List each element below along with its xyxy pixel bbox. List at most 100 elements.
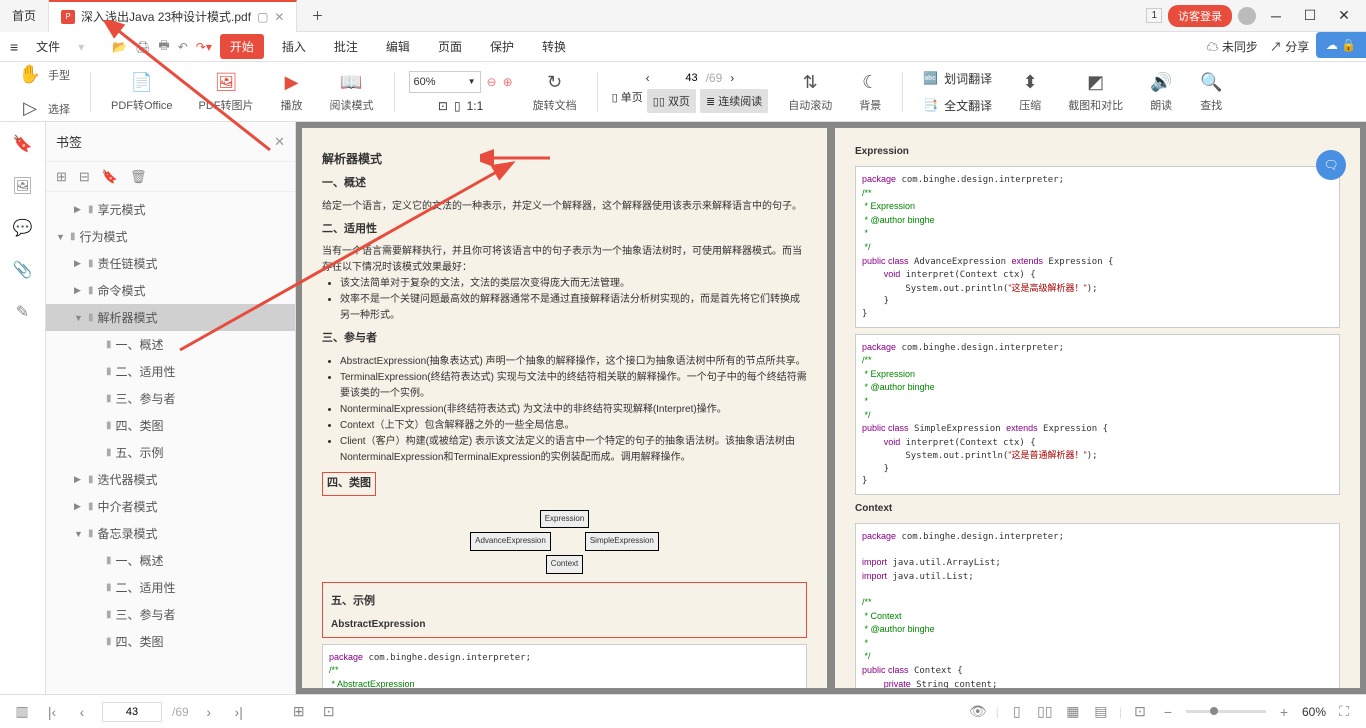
tool-hand[interactable]: ✋手型 — [12, 59, 76, 91]
sb-mark2-icon[interactable]: ⊡ — [319, 703, 339, 720]
sb-fullscreen-icon[interactable]: ⛶ — [1334, 703, 1354, 720]
sb-view3-icon[interactable]: ▦ — [1063, 703, 1083, 720]
bookmark-item[interactable]: ▮一、概述 — [46, 331, 295, 358]
tool-select[interactable]: ▷选择 — [12, 93, 76, 125]
zoom-out-icon[interactable]: ⊖ — [487, 75, 497, 89]
comment-icon[interactable]: 💬 — [11, 216, 35, 240]
tool-read-mode[interactable]: 📖阅读模式 — [324, 67, 380, 117]
redo-icon[interactable]: ↷▾ — [196, 40, 212, 54]
bookmark-item[interactable]: ▮三、参与者 — [46, 385, 295, 412]
bookmark-item[interactable]: ▼▮行为模式 — [46, 223, 295, 250]
menu-file[interactable]: 文件 — [26, 34, 70, 59]
fit-width-icon[interactable]: ⊡ — [438, 99, 448, 113]
bookmark-item[interactable]: ▼▮解析器模式 — [46, 304, 295, 331]
tool-rotate[interactable]: ↻旋转文档 — [527, 67, 583, 117]
sb-view2-icon[interactable]: ▯▯ — [1035, 703, 1055, 720]
bookmark-item[interactable]: ▼▮备忘录模式 — [46, 520, 295, 547]
bm-expand-icon[interactable]: ⊞ — [56, 169, 67, 185]
cloud-pin-button[interactable]: ☁ 🔒 — [1316, 32, 1366, 58]
zoom-in-icon[interactable]: ⊕ — [503, 75, 513, 89]
tool-to-img[interactable]: 🖼PDF转图片 — [193, 67, 260, 117]
new-tab-button[interactable]: ＋ — [297, 7, 337, 24]
fit-actual-icon[interactable]: 1:1 — [467, 99, 484, 113]
bookmark-item[interactable]: ▮四、类图 — [46, 628, 295, 655]
tool-autoscroll[interactable]: ⇅自动滚动 — [782, 67, 838, 117]
menu-edit[interactable]: 编辑 — [376, 34, 420, 59]
share-button[interactable]: ↗ 分享 — [1270, 38, 1309, 55]
bookmark-item[interactable]: ▮四、类图 — [46, 412, 295, 439]
fit-page-icon[interactable]: ▯ — [454, 99, 461, 113]
bm-add-icon[interactable]: 🔖 — [102, 169, 118, 185]
sb-view4-icon[interactable]: ▤ — [1091, 703, 1111, 720]
sb-mark1-icon[interactable]: ⊞ — [289, 703, 309, 720]
undo-icon[interactable]: ↶ — [178, 40, 188, 54]
avatar[interactable] — [1238, 7, 1256, 25]
tab-pdf[interactable]: P 深入浅出Java 23种设计模式.pdf ▢ ✕ — [49, 0, 297, 32]
bookmark-item[interactable]: ▮三、参与者 — [46, 601, 295, 628]
draw-icon[interactable]: ✎ — [11, 300, 35, 324]
page-prev-icon[interactable]: ‹ — [646, 71, 650, 85]
page-next-icon[interactable]: › — [730, 71, 734, 85]
bookmark-icon[interactable]: 🔖 — [11, 132, 35, 156]
tool-find[interactable]: 🔍查找 — [1193, 67, 1229, 117]
sb-view1-icon[interactable]: ▯ — [1007, 703, 1027, 720]
bookmark-item[interactable]: ▮五、示例 — [46, 439, 295, 466]
sb-prev-icon[interactable]: ‹ — [72, 704, 92, 720]
bm-del-icon[interactable]: 🗑 — [130, 169, 147, 185]
bookmark-item[interactable]: ▮二、适用性 — [46, 358, 295, 385]
bookmark-item[interactable]: ▶▮迭代器模式 — [46, 466, 295, 493]
tool-compare[interactable]: ◩截图和对比 — [1062, 67, 1129, 117]
bookmark-item[interactable]: ▶▮命令模式 — [46, 277, 295, 304]
login-button[interactable]: 访客登录 — [1168, 5, 1232, 27]
sb-eye-icon[interactable]: 👁 — [968, 703, 988, 720]
open-icon[interactable]: 📂 — [112, 40, 127, 54]
bookmark-item[interactable]: ▶▮中介者模式 — [46, 493, 295, 520]
menu-insert[interactable]: 插入 — [272, 34, 316, 59]
tool-play[interactable]: ▶播放 — [274, 67, 310, 117]
tab-present-icon[interactable]: ▢ — [257, 10, 268, 24]
menu-protect[interactable]: 保护 — [480, 34, 524, 59]
sb-next-icon[interactable]: › — [199, 704, 219, 720]
thumbnail-icon[interactable]: 🖼 — [11, 174, 35, 198]
tool-read-aloud[interactable]: 🔊朗读 — [1143, 67, 1179, 117]
tool-to-office[interactable]: 📄PDF转Office — [105, 67, 179, 117]
zoom-slider[interactable] — [1186, 710, 1266, 713]
maximize-icon[interactable]: ☐ — [1296, 2, 1324, 30]
sb-page-input[interactable] — [102, 702, 162, 722]
menu-page[interactable]: 页面 — [428, 34, 472, 59]
sb-last-icon[interactable]: ›| — [229, 704, 249, 720]
close-icon[interactable]: ✕ — [1330, 2, 1358, 30]
close-panel-icon[interactable]: ✕ — [274, 134, 285, 150]
attachment-icon[interactable]: 📎 — [11, 258, 35, 282]
menu-convert[interactable]: 转换 — [532, 34, 576, 59]
tab-home[interactable]: 首页 — [0, 0, 49, 32]
float-translate-button[interactable]: 🗨 — [1316, 150, 1346, 180]
menu-annotate[interactable]: 批注 — [324, 34, 368, 59]
sb-zoom-in-icon[interactable]: + — [1274, 704, 1294, 720]
tool-compress[interactable]: ⬍压缩 — [1012, 67, 1048, 117]
menu-hamburger-icon[interactable]: ≡ — [10, 39, 18, 55]
bm-collapse-icon[interactable]: ⊟ — [79, 169, 90, 185]
menu-start[interactable]: 开始 — [220, 34, 264, 59]
bookmark-item[interactable]: ▶▮责任链模式 — [46, 250, 295, 277]
tool-bg[interactable]: ☾背景 — [852, 67, 888, 117]
window-badge[interactable]: 1 — [1146, 8, 1162, 23]
tab-close-icon[interactable]: ✕ — [274, 10, 284, 24]
cloud-unsync[interactable]: ☁ 未同步 — [1207, 38, 1258, 55]
view-double[interactable]: ▯▯ 双页 — [647, 89, 696, 113]
sb-zoom-out-icon[interactable]: − — [1158, 704, 1178, 720]
tool-dict-trans[interactable]: 🔤划词翻译 — [917, 66, 998, 91]
tool-full-trans[interactable]: 📑全文翻译 — [917, 93, 998, 118]
sb-sidebar-icon[interactable]: ▥ — [12, 703, 32, 720]
sb-fit-icon[interactable]: ⊡ — [1130, 703, 1150, 720]
view-single[interactable]: ▯ 单页 — [612, 89, 643, 113]
sb-first-icon[interactable]: |‹ — [42, 704, 62, 720]
print-icon[interactable]: 🖶 — [158, 36, 169, 57]
view-continuous[interactable]: ≣ 连续阅读 — [700, 89, 768, 113]
bookmark-item[interactable]: ▮一、概述 — [46, 547, 295, 574]
bookmark-item[interactable]: ▶▮享元模式 — [46, 196, 295, 223]
bookmark-item[interactable]: ▮二、适用性 — [46, 574, 295, 601]
page-input[interactable] — [658, 72, 698, 84]
zoom-select[interactable]: 60%▼ — [409, 71, 481, 93]
minimize-icon[interactable]: ─ — [1262, 2, 1290, 30]
